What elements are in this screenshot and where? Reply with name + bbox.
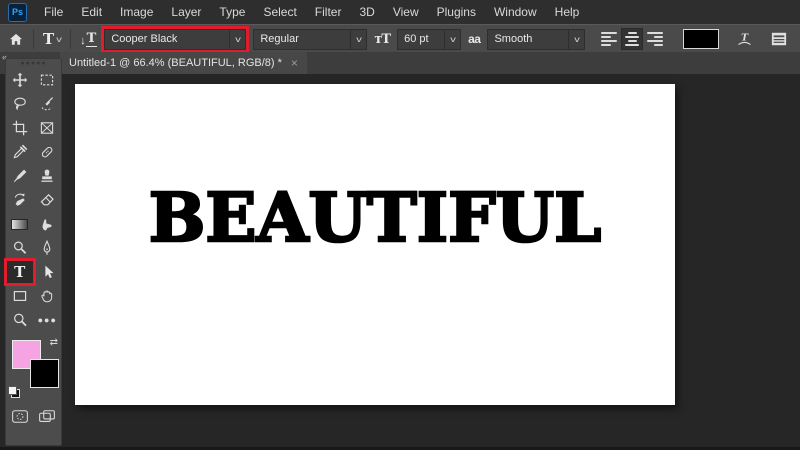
font-size-value: 60 pt bbox=[404, 33, 429, 45]
gradient-tool[interactable] bbox=[6, 212, 34, 236]
document-tab-title: Untitled-1 @ 66.4% (BEAUTIFUL, RGB/8) * bbox=[69, 57, 282, 69]
screen-mode-button[interactable] bbox=[34, 404, 62, 428]
tool-grid: T ●●● bbox=[4, 68, 62, 332]
gradient-chip bbox=[11, 218, 29, 230]
close-icon[interactable]: × bbox=[291, 57, 298, 69]
lasso-tool[interactable] bbox=[6, 92, 34, 116]
quick-mask-button[interactable] bbox=[6, 404, 34, 428]
font-style-select[interactable]: Regular v bbox=[253, 28, 368, 50]
menu-type[interactable]: Type bbox=[210, 0, 254, 24]
menu-plugins[interactable]: Plugins bbox=[428, 0, 485, 24]
menu-view[interactable]: View bbox=[384, 0, 428, 24]
chevron-down-icon: v bbox=[56, 34, 62, 44]
history-brush-tool[interactable] bbox=[6, 188, 34, 212]
photoshop-logo-icon: Ps bbox=[8, 2, 27, 22]
text-color-swatch[interactable] bbox=[683, 29, 720, 49]
separator bbox=[70, 29, 72, 49]
chevron-down-icon: v bbox=[235, 34, 241, 44]
text-orientation-toggle[interactable]: ↓ T bbox=[80, 31, 98, 47]
toggle-panels-icon[interactable] bbox=[770, 31, 788, 47]
options-bar: T v ↓ T Cooper Black v Regular v ᴛT 60 pt… bbox=[0, 24, 800, 54]
menu-help[interactable]: Help bbox=[546, 0, 589, 24]
chevron-down-icon: v bbox=[574, 34, 580, 44]
background-color-swatch[interactable] bbox=[30, 359, 59, 388]
document-tab[interactable]: Untitled-1 @ 66.4% (BEAUTIFUL, RGB/8) * … bbox=[60, 52, 307, 74]
chevron-down-icon: v bbox=[449, 34, 456, 44]
healing-brush-tool[interactable] bbox=[34, 140, 62, 164]
eyedropper-tool[interactable] bbox=[6, 140, 34, 164]
anti-alias-icon: aa bbox=[468, 32, 481, 46]
font-size-select[interactable]: 60 pt v bbox=[397, 28, 462, 50]
canvas-text-layer[interactable]: BEAUTIFUL bbox=[75, 183, 675, 253]
menu-image[interactable]: Image bbox=[111, 0, 162, 24]
svg-text:T: T bbox=[742, 32, 750, 43]
marquee-tool[interactable] bbox=[34, 68, 62, 92]
anti-alias-select[interactable]: Smooth v bbox=[487, 28, 586, 50]
eraser-tool[interactable] bbox=[34, 188, 62, 212]
text-align-group bbox=[598, 28, 666, 50]
zoom-tool[interactable] bbox=[6, 308, 34, 332]
color-well: ⇄ bbox=[6, 337, 61, 400]
swap-colors-icon[interactable]: ⇄ bbox=[50, 337, 58, 348]
pen-tool[interactable] bbox=[34, 236, 62, 260]
clone-stamp-tool[interactable] bbox=[34, 164, 62, 188]
menu-bar: Ps File Edit Image Layer Type Select Fil… bbox=[0, 0, 800, 24]
font-style-value: Regular bbox=[260, 33, 299, 45]
chevron-down-icon: v bbox=[356, 34, 362, 44]
home-icon[interactable] bbox=[8, 32, 24, 47]
path-selection-tool[interactable] bbox=[34, 260, 62, 284]
menu-select[interactable]: Select bbox=[254, 0, 305, 24]
modes-row bbox=[6, 404, 61, 428]
menu-edit[interactable]: Edit bbox=[72, 0, 111, 24]
quick-selection-tool[interactable] bbox=[34, 92, 62, 116]
align-center-button[interactable] bbox=[621, 28, 644, 50]
anti-alias-value: Smooth bbox=[494, 33, 533, 45]
tool-preset-picker[interactable]: T v bbox=[43, 30, 62, 48]
menu-window[interactable]: Window bbox=[485, 0, 546, 24]
menu-layer[interactable]: Layer bbox=[162, 0, 210, 24]
menu-file[interactable]: File bbox=[35, 0, 72, 24]
photoshop-window: Ps File Edit Image Layer Type Select Fil… bbox=[0, 0, 800, 450]
move-tool[interactable] bbox=[6, 68, 34, 92]
document-tab-bar: « Untitled-1 @ 66.4% (BEAUTIFUL, RGB/8) … bbox=[0, 52, 800, 74]
font-size-icon: ᴛT bbox=[374, 31, 391, 47]
menu-filter[interactable]: Filter bbox=[306, 0, 351, 24]
menu-3d[interactable]: 3D bbox=[350, 0, 383, 24]
rectangle-tool[interactable] bbox=[6, 284, 34, 308]
orientation-letter: T bbox=[85, 31, 98, 47]
align-right-button[interactable] bbox=[644, 28, 666, 50]
edit-toolbar-button[interactable]: ●●● bbox=[34, 308, 62, 332]
dodge-tool[interactable] bbox=[6, 236, 34, 260]
warp-text-icon[interactable]: T bbox=[736, 31, 753, 48]
align-left-button[interactable] bbox=[598, 28, 620, 50]
font-family-value: Cooper Black bbox=[111, 33, 178, 45]
font-family-select[interactable]: Cooper Black v bbox=[101, 25, 250, 53]
type-tool-icon: T bbox=[43, 30, 55, 48]
crop-tool[interactable] bbox=[6, 116, 34, 140]
brush-tool[interactable] bbox=[6, 164, 34, 188]
smudge-tool[interactable] bbox=[34, 212, 62, 236]
separator bbox=[33, 29, 34, 49]
tool-panel: ●●●●● T ●●● ⇄ bbox=[4, 58, 62, 446]
document-canvas[interactable]: BEAUTIFUL bbox=[75, 84, 675, 405]
panel-drag-handle[interactable]: ●●●●● bbox=[6, 59, 61, 68]
default-colors-icon[interactable] bbox=[8, 386, 20, 398]
type-tool[interactable]: T bbox=[4, 258, 36, 286]
hand-tool[interactable] bbox=[34, 284, 62, 308]
frame-tool[interactable] bbox=[34, 116, 62, 140]
type-tool-icon: T bbox=[14, 263, 26, 281]
ellipsis-icon: ●●● bbox=[37, 315, 57, 325]
